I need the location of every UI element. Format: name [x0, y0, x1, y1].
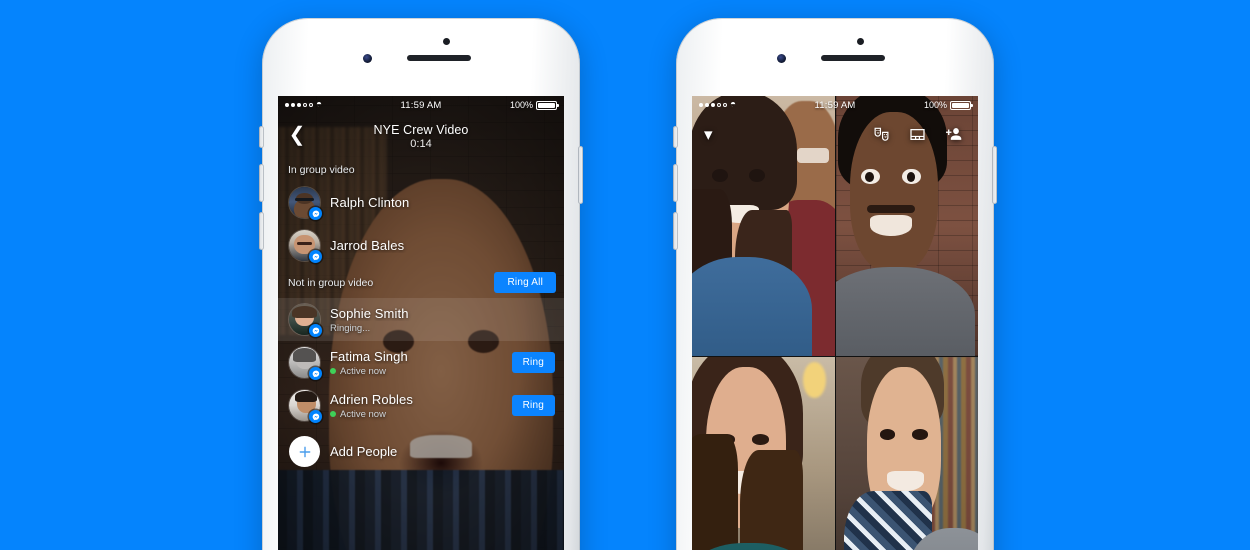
phone-bezel-top — [676, 18, 994, 96]
active-status-dot — [330, 368, 336, 374]
earpiece-speaker — [407, 55, 471, 61]
add-people-row[interactable]: Add People — [278, 427, 564, 476]
ring-all-button[interactable]: Ring All — [494, 272, 556, 293]
left-phone-device: ◓ 11:59 AM 100% ❮ NYE Crew Video 0:14 In… — [259, 18, 583, 550]
battery-percent: 100% — [923, 100, 948, 110]
volume-up-button[interactable] — [673, 164, 678, 202]
status-bar: ◓ 11:59 AM 100% — [278, 96, 564, 114]
call-timer: 0:14 — [410, 137, 432, 150]
roster-row-name: Adrien Robles — [330, 391, 413, 407]
ring-button[interactable]: Ring — [511, 352, 555, 373]
messenger-badge-icon — [309, 324, 322, 337]
section-label-in-group-video: In group video — [288, 164, 355, 176]
volume-down-button[interactable] — [673, 212, 678, 250]
battery-percent: 100% — [509, 100, 534, 110]
ring-button[interactable]: Ring — [511, 395, 555, 416]
grid-layout-icon[interactable] — [904, 123, 930, 145]
participant-roster: In group video Ralph Clinton Jarrod Bale… — [278, 158, 564, 550]
messenger-badge-icon — [309, 367, 322, 380]
messenger-badge-icon — [309, 250, 322, 263]
roster-row-name: Ralph Clinton — [330, 195, 410, 210]
power-button[interactable] — [992, 146, 997, 204]
section-label-not-in-group-video: Not in group video — [288, 276, 374, 289]
signal-strength-icon — [285, 103, 313, 107]
chevron-down-icon[interactable]: ▾ — [704, 126, 713, 143]
add-person-icon[interactable] — [940, 123, 966, 145]
status-text: Active now — [340, 408, 386, 420]
right-phone-device: ◓ 11:59 AM 100% ▾ — [673, 18, 997, 550]
left-phone-screen: ◓ 11:59 AM 100% ❮ NYE Crew Video 0:14 In… — [278, 96, 564, 550]
right-phone-screen: ◓ 11:59 AM 100% ▾ — [692, 96, 978, 550]
volume-down-button[interactable] — [259, 212, 264, 250]
active-status-dot — [330, 411, 336, 417]
proximity-sensor — [857, 38, 864, 45]
status-bar: ◓ 11:59 AM 100% — [692, 96, 978, 114]
silent-switch[interactable] — [673, 126, 678, 148]
roster-row-status: Ringing... — [330, 323, 555, 334]
roster-row-jarrod-bales[interactable]: Jarrod Bales — [278, 224, 564, 267]
roster-row-adrien-robles[interactable]: Adrien Robles Active now Ring — [278, 384, 564, 427]
wifi-icon: ◓ — [730, 99, 737, 110]
roster-row-name: Jarrod Bales — [330, 238, 405, 253]
avatar — [289, 390, 322, 423]
roster-row-ralph-clinton[interactable]: Ralph Clinton — [278, 181, 564, 224]
plus-icon — [289, 436, 320, 467]
avatar — [289, 347, 322, 380]
avatar — [289, 230, 322, 263]
earpiece-speaker — [821, 55, 885, 61]
status-text: Active now — [340, 365, 386, 377]
proximity-sensor — [443, 38, 450, 45]
video-call-header: ▾ — [692, 114, 978, 154]
avatar — [289, 304, 322, 337]
roster-row-name: Fatima Singh — [330, 348, 408, 364]
status-text: Ringing... — [330, 322, 371, 334]
messenger-badge-icon — [309, 410, 322, 423]
theater-masks-icon[interactable] — [868, 123, 894, 145]
roster-row-status: Active now — [330, 366, 502, 377]
power-button[interactable] — [578, 146, 583, 204]
add-people-label: Add People — [330, 444, 398, 459]
roster-row-fatima-singh[interactable]: Fatima Singh Active now Ring — [278, 341, 564, 384]
avatar — [289, 187, 322, 220]
call-title: NYE Crew Video — [373, 122, 469, 137]
video-tile-bottom-left[interactable] — [692, 356, 835, 550]
roster-row-status: Active now — [330, 409, 502, 420]
video-grid — [692, 96, 978, 550]
phone-bezel-top — [262, 18, 580, 96]
call-header: ❮ NYE Crew Video 0:14 — [278, 114, 564, 158]
battery-icon — [536, 100, 560, 110]
silent-switch[interactable] — [259, 126, 264, 148]
status-bar-time: 11:59 AM — [400, 99, 442, 111]
wifi-icon: ◓ — [316, 99, 323, 110]
status-bar-time: 11:59 AM — [814, 99, 856, 111]
battery-icon — [950, 100, 974, 110]
front-camera-icon — [363, 54, 372, 63]
roster-row-sophie-smith[interactable]: Sophie Smith Ringing... — [278, 298, 564, 341]
section-header-not-in-group-video: Not in group video Ring All — [278, 267, 564, 298]
signal-strength-icon — [699, 103, 727, 107]
screenshot-stage: ◓ 11:59 AM 100% ❮ NYE Crew Video 0:14 In… — [0, 0, 1250, 550]
roster-row-name: Sophie Smith — [330, 305, 409, 321]
volume-up-button[interactable] — [259, 164, 264, 202]
messenger-badge-icon — [309, 207, 322, 220]
video-tile-bottom-right[interactable] — [835, 356, 978, 550]
front-camera-icon — [777, 54, 786, 63]
